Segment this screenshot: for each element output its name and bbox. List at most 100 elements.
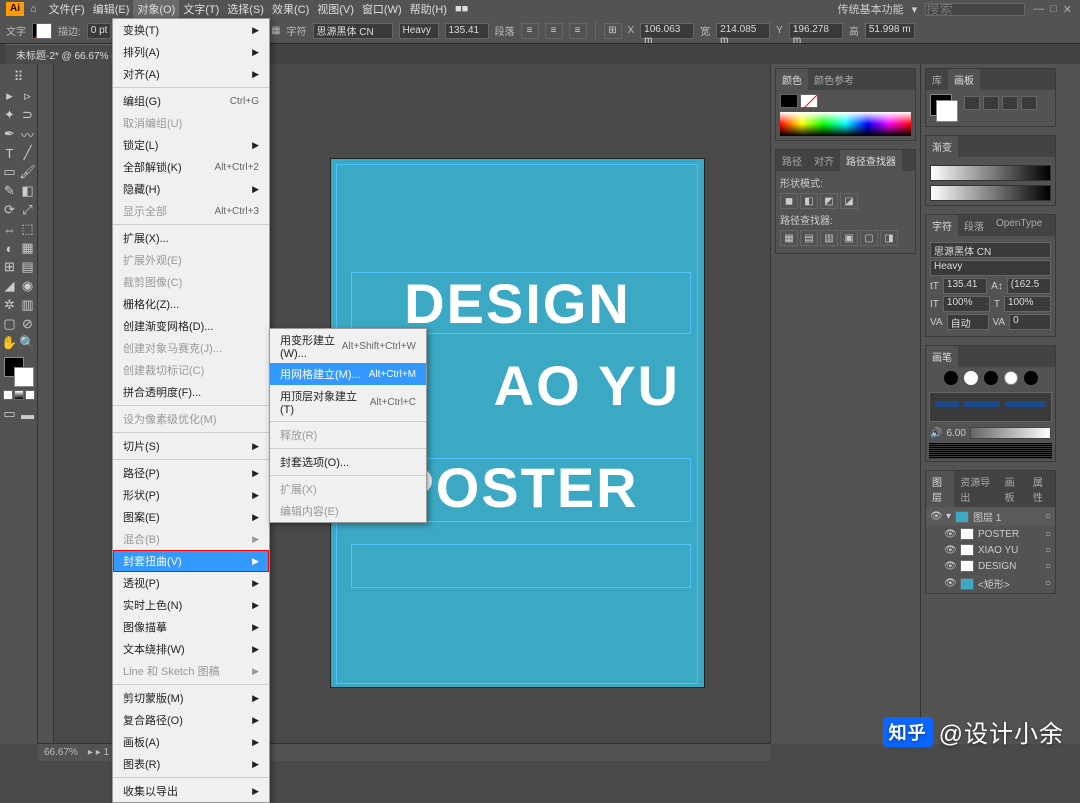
color-mode-icon[interactable] — [3, 390, 13, 400]
layer-name[interactable]: POSTER — [978, 529, 1019, 540]
menu-window[interactable]: 窗口(W) — [358, 0, 406, 19]
menu-item[interactable]: 锁定(L)▶ — [113, 134, 269, 156]
menu-item[interactable]: 复合路径(O)▶ — [113, 709, 269, 731]
menu-item[interactable]: 扩展(X)... — [113, 227, 269, 249]
pf-tab1[interactable]: 路径 — [776, 150, 808, 171]
lib-tab[interactable]: 库 — [926, 69, 948, 90]
maximize-icon[interactable]: □ — [1050, 3, 1057, 16]
panel-grip-icon[interactable]: ⠿ — [1, 68, 37, 86]
char-leading[interactable]: (162.5 — [1007, 278, 1051, 294]
menu-item[interactable]: 创建渐变网格(D)... — [113, 315, 269, 337]
submenu-item[interactable]: 用网格建立(M)...Alt+Ctrl+M — [270, 363, 426, 385]
menu-item[interactable]: 对齐(A)▶ — [113, 63, 269, 85]
shape-builder-tool[interactable]: ◐ — [1, 239, 19, 257]
target-icon[interactable]: ○ — [1045, 561, 1051, 572]
prop-icon-4[interactable] — [1021, 96, 1037, 110]
hand-tool[interactable]: ✋ — [1, 334, 19, 352]
color-tab[interactable]: 颜色 — [776, 69, 808, 90]
artboard-tab[interactable]: 画板 — [948, 69, 980, 90]
brush-val[interactable]: 6.00 — [946, 428, 965, 439]
gradient-mode-icon[interactable] — [14, 390, 24, 400]
zoom-tool[interactable]: 🔍 — [19, 334, 37, 352]
layer-group-row[interactable]: 👁 ▾ 图层 1 ○ — [926, 507, 1055, 526]
menu-item[interactable]: 编组(G)Ctrl+G — [113, 90, 269, 112]
brush-slider[interactable] — [970, 427, 1051, 439]
fill-swatch[interactable] — [780, 94, 798, 108]
menu-item[interactable]: 剪切蒙版(M)▶ — [113, 687, 269, 709]
char-size[interactable]: 135.41 — [943, 278, 987, 294]
visibility-icon[interactable]: 👁 — [930, 511, 942, 522]
stroke-preview-1[interactable] — [929, 392, 1052, 422]
char-tab[interactable]: 字符 — [926, 215, 958, 236]
pen-tool[interactable]: ✒ — [1, 125, 19, 143]
align-left-icon[interactable]: ≡ — [521, 23, 539, 39]
layer-name[interactable]: DESIGN — [978, 561, 1016, 572]
brush-dot-1[interactable] — [944, 371, 958, 385]
layer-row-3[interactable]: 👁 <矩形> ○ — [926, 574, 1055, 593]
transform-ref-icon[interactable]: ⊞ — [604, 23, 622, 39]
h-input[interactable]: 51.998 m — [865, 23, 915, 39]
minus-back-icon[interactable]: ◨ — [880, 230, 898, 246]
menu-item[interactable]: 图案(E)▶ — [113, 506, 269, 528]
panel-icon[interactable]: ▦ — [271, 25, 280, 36]
layer-name[interactable]: <矩形> — [978, 576, 1010, 591]
visibility-icon[interactable]: 👁 — [944, 545, 956, 556]
char-font[interactable]: 思源黑体 CN — [930, 242, 1051, 258]
visibility-icon[interactable]: 👁 — [944, 529, 956, 540]
arrow-down-icon[interactable]: ▾ — [946, 511, 951, 522]
font-weight-dd[interactable]: Heavy — [399, 23, 439, 39]
w-input[interactable]: 214.085 m — [716, 23, 770, 39]
menu-item[interactable]: 全部解锁(K)Alt+Ctrl+2 — [113, 156, 269, 178]
screen-mode-icon[interactable]: ▭ — [1, 405, 19, 423]
divide-icon[interactable]: ▦ — [780, 230, 798, 246]
brush-stroke-sample[interactable] — [929, 443, 1052, 459]
menu-item[interactable]: 形状(P)▶ — [113, 484, 269, 506]
assets-tab[interactable]: 资源导出 — [954, 471, 998, 507]
align-center-icon[interactable]: ≡ — [545, 23, 563, 39]
direct-selection-tool[interactable]: ▹ — [19, 87, 37, 105]
layer-row-1[interactable]: 👁 XIAO YU ○ — [926, 542, 1055, 558]
trim-icon[interactable]: ▤ — [800, 230, 818, 246]
visibility-icon[interactable]: 👁 — [944, 578, 956, 589]
artboards-tab[interactable]: 画板 — [999, 471, 1027, 507]
menu-type[interactable]: 文字(T) — [179, 0, 223, 19]
unite-icon[interactable]: ◼ — [780, 193, 798, 209]
type-tool[interactable]: T — [1, 144, 19, 162]
gradient-slider[interactable] — [930, 185, 1051, 201]
para-tab[interactable]: 段落 — [958, 215, 990, 236]
submenu-item[interactable]: 用变形建立(W)...Alt+Shift+Ctrl+W — [270, 329, 426, 363]
pf-tab3[interactable]: 路径查找器 — [840, 150, 902, 171]
char-va[interactable]: 自动 — [947, 314, 989, 330]
font-size-input[interactable]: 135.41 — [445, 23, 489, 39]
menu-edit[interactable]: 编辑(E) — [89, 0, 134, 19]
paintbrush-tool[interactable]: 🖌 — [19, 163, 37, 181]
graph-tool[interactable]: ▥ — [19, 296, 37, 314]
char-weight[interactable]: Heavy — [930, 260, 1051, 276]
scale-tool[interactable]: ⤢ — [19, 201, 37, 219]
curvature-tool[interactable]: 〰 — [19, 125, 37, 143]
pf-tab2[interactable]: 对齐 — [808, 150, 840, 171]
gradient-bar[interactable] — [930, 165, 1051, 181]
layer-group-name[interactable]: 图层 1 — [973, 509, 1001, 524]
width-tool[interactable]: ⇔ — [1, 220, 19, 238]
brush-dot-5[interactable] — [1024, 371, 1038, 385]
layers-tab[interactable]: 图层 — [926, 471, 954, 507]
prop-icon-1[interactable] — [964, 96, 980, 110]
target-icon[interactable]: ○ — [1045, 511, 1051, 522]
minimize-icon[interactable]: — — [1033, 3, 1044, 16]
menu-item[interactable]: 隐藏(H)▶ — [113, 178, 269, 200]
screen-mode-2-icon[interactable]: ▬ — [19, 405, 37, 423]
target-icon[interactable]: ○ — [1045, 545, 1051, 556]
gradient-tool[interactable]: ▤ — [19, 258, 37, 276]
target-icon[interactable]: ○ — [1045, 529, 1051, 540]
font-family-dd[interactable]: 思源黑体 CN — [313, 23, 393, 39]
brush-dot-2[interactable] — [964, 371, 978, 385]
color-guide-tab[interactable]: 颜色参考 — [808, 69, 860, 90]
menu-object[interactable]: 对象(O) — [133, 0, 179, 19]
minus-front-icon[interactable]: ◧ — [800, 193, 818, 209]
selection-tool[interactable]: ▸ — [1, 87, 19, 105]
prop-icon-3[interactable] — [1002, 96, 1018, 110]
menu-item[interactable]: 透视(P)▶ — [113, 572, 269, 594]
artboard-tool[interactable]: ▢ — [1, 315, 19, 333]
free-transform-tool[interactable]: ⬚ — [19, 220, 37, 238]
